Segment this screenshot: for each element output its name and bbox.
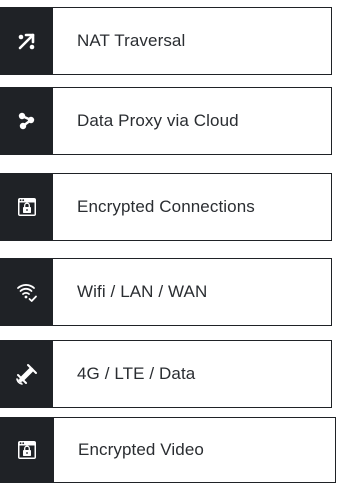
browser-lock-icon — [16, 196, 38, 218]
feature-list: NAT Traversal Data Proxy via Cloud Encry… — [0, 0, 361, 483]
feature-row-encrypted-connections: Encrypted Connections — [0, 173, 332, 241]
feature-icon-box — [0, 87, 53, 155]
feature-label: NAT Traversal — [77, 31, 186, 50]
feature-label: Data Proxy via Cloud — [77, 111, 239, 130]
feature-label-box: Data Proxy via Cloud — [53, 87, 332, 155]
wifi-check-icon — [15, 280, 39, 304]
feature-row-nat-traversal: NAT Traversal — [0, 7, 332, 75]
feature-label-box: Wifi / LAN / WAN — [53, 258, 332, 326]
feature-label: 4G / LTE / Data — [77, 364, 196, 383]
feature-row-wifi-lan-wan: Wifi / LAN / WAN — [0, 258, 332, 326]
satellite-signal-icon — [15, 362, 39, 386]
feature-label-box: NAT Traversal — [53, 7, 332, 75]
feature-icon-box — [0, 7, 53, 75]
feature-icon-box — [0, 258, 53, 326]
feature-icon-box — [0, 173, 53, 241]
nat-traversal-arrows-icon — [16, 30, 38, 52]
data-proxy-nodes-icon — [16, 110, 38, 132]
feature-icon-box — [0, 417, 54, 483]
feature-label-box: 4G / LTE / Data — [53, 340, 332, 408]
feature-row-data-proxy: Data Proxy via Cloud — [0, 87, 332, 155]
feature-label-box: Encrypted Connections — [53, 173, 332, 241]
feature-row-4g-lte-data: 4G / LTE / Data — [0, 340, 332, 408]
feature-label: Encrypted Connections — [77, 197, 255, 216]
feature-icon-box — [0, 340, 53, 408]
browser-lock-icon — [16, 439, 38, 461]
feature-label: Encrypted Video — [78, 440, 204, 459]
feature-label-box: Encrypted Video — [54, 417, 336, 483]
feature-row-encrypted-video: Encrypted Video — [0, 417, 336, 483]
feature-label: Wifi / LAN / WAN — [77, 282, 208, 301]
